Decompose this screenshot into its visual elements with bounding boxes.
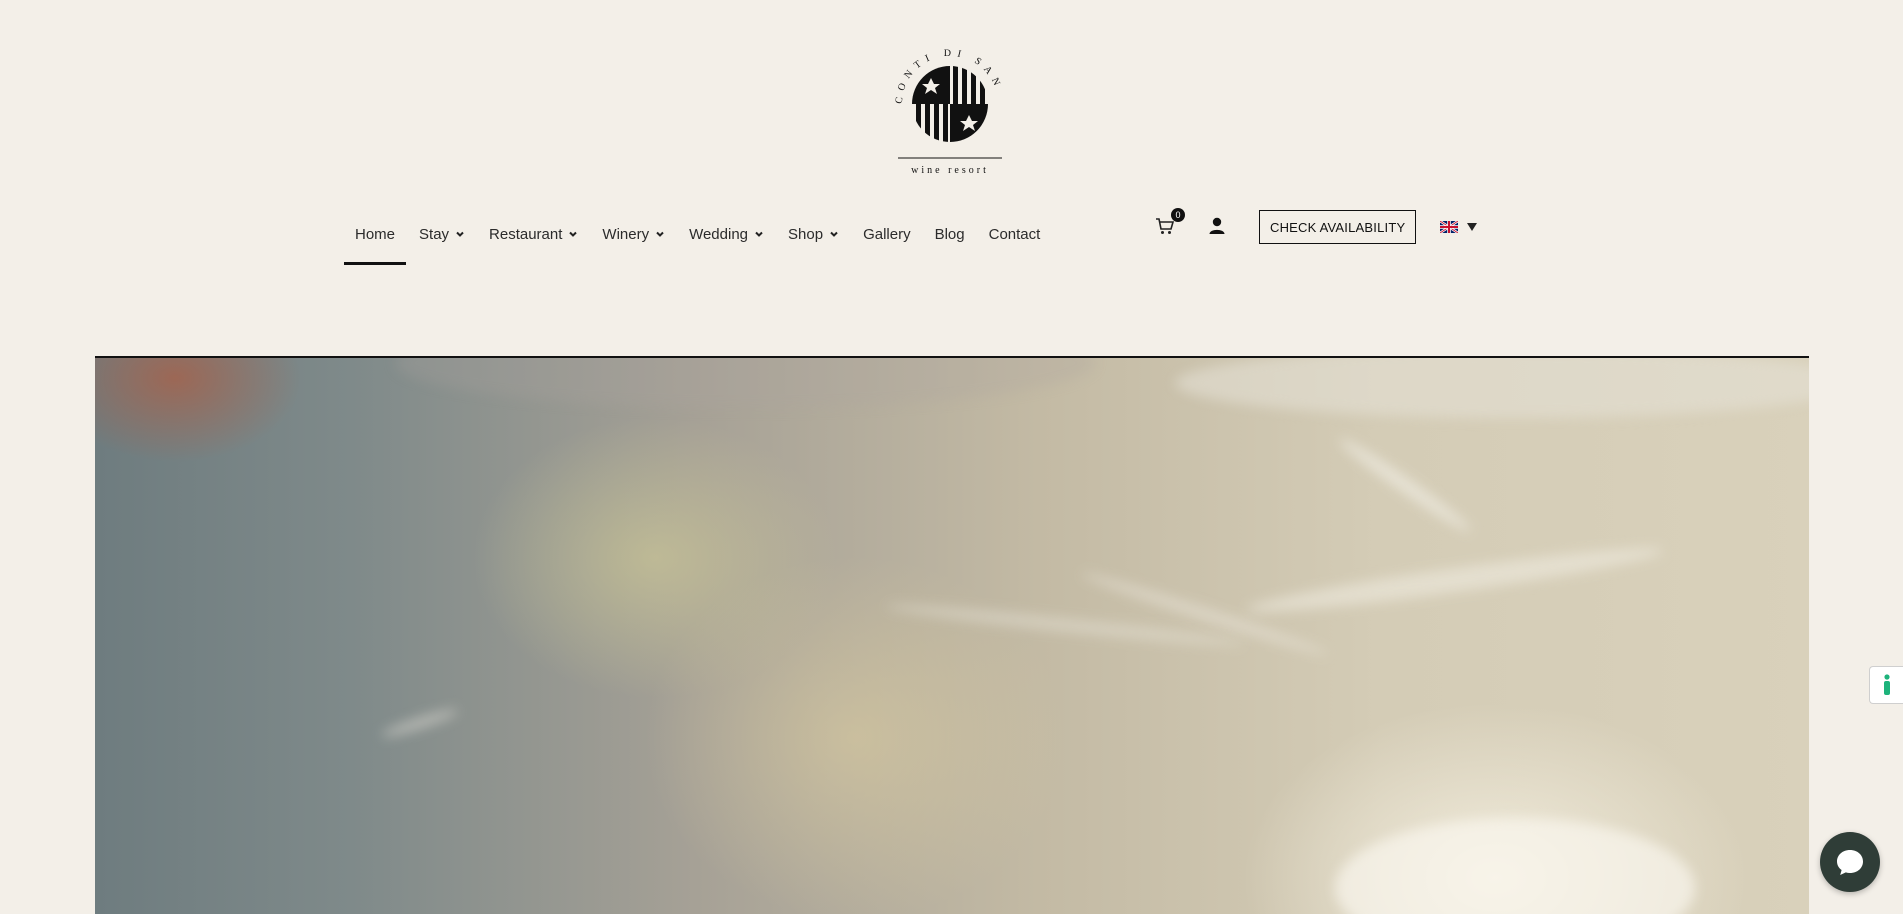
check-availability-button[interactable]: CHECK AVAILABILITY	[1259, 210, 1417, 244]
cart-count-badge: 0	[1171, 208, 1185, 222]
logo-emblem: CONTI DI SAN BONIFACIO wine resort	[892, 34, 1002, 176]
cart-button[interactable]: 0	[1155, 208, 1185, 238]
logo-subtitle: wine resort	[911, 165, 989, 176]
nav-item-blog[interactable]: Blog	[923, 212, 977, 248]
accessibility-icon	[1884, 674, 1890, 695]
nav-item-contact[interactable]: Contact	[977, 212, 1053, 248]
chevron-down-icon	[569, 231, 578, 237]
nav-item-winery[interactable]: Winery	[590, 212, 677, 248]
nav-item-label: Shop	[788, 225, 824, 243]
chat-button[interactable]	[1820, 832, 1880, 892]
nav-item-stay[interactable]: Stay	[407, 212, 477, 248]
nav-item-label: Gallery	[863, 225, 911, 243]
chat-bubble-icon	[1837, 850, 1863, 875]
nav-item-label: Winery	[602, 225, 650, 243]
nav-item-restaurant[interactable]: Restaurant	[477, 212, 590, 248]
user-icon	[1209, 217, 1225, 234]
nav-item-label: Blog	[934, 225, 965, 243]
nav-item-shop[interactable]: Shop	[776, 212, 851, 248]
chevron-down-icon	[656, 231, 664, 237]
site-logo[interactable]: CONTI DI SAN BONIFACIO wine resort	[892, 34, 1008, 180]
nav-item-wedding[interactable]: Wedding	[677, 212, 776, 248]
nav-item-label: Contact	[988, 225, 1041, 243]
accessibility-button[interactable]	[1869, 666, 1903, 704]
nav-item-label: Stay	[419, 225, 450, 243]
nav-item-label: Restaurant	[489, 225, 563, 243]
main-navigation: Home Stay Restaurant Winery Wedding Shop…	[343, 212, 1053, 265]
language-selector[interactable]	[1440, 221, 1478, 233]
chevron-down-icon	[755, 231, 763, 237]
chevron-down-icon	[830, 231, 838, 237]
chevron-down-icon	[456, 231, 464, 237]
account-button[interactable]	[1207, 216, 1229, 238]
header-tools: 0 CHECK AVAILABILITY	[1155, 208, 1478, 244]
nav-item-home[interactable]: Home	[343, 212, 407, 265]
nav-item-label: Home	[355, 225, 396, 243]
nav-item-label: Wedding	[689, 225, 749, 243]
nav-item-gallery[interactable]: Gallery	[851, 212, 923, 248]
caret-down-icon	[1467, 223, 1478, 231]
uk-flag-icon	[1440, 221, 1459, 233]
hero-video	[95, 356, 1809, 914]
